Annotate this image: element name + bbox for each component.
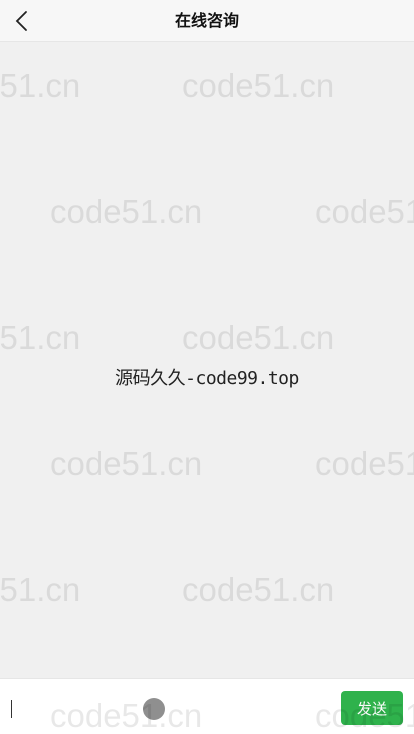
watermark: code51.cn: [182, 319, 335, 356]
message-area: code51.cn code51.cn code51.cn code51.cn …: [0, 42, 414, 678]
header-bar: 在线咨询: [0, 0, 414, 42]
watermark: code51.cn: [50, 193, 203, 230]
center-caption: 源码久久-code99.top: [115, 368, 299, 389]
watermark: code51.cn: [315, 193, 414, 230]
send-button[interactable]: 发送: [341, 691, 403, 725]
watermark: code51.cn: [182, 571, 335, 608]
text-caret: [11, 700, 12, 718]
watermark: code51.cn: [50, 445, 203, 482]
watermark: code51.cn: [182, 67, 335, 104]
watermark: code51.cn: [0, 319, 81, 356]
watermark: code51.cn: [315, 445, 414, 482]
watermark: code51.cn: [0, 571, 81, 608]
message-input[interactable]: [8, 693, 328, 723]
watermark: code51.cn: [0, 67, 81, 104]
page-title: 在线咨询: [174, 11, 239, 30]
composer-bar: 发送: [0, 678, 414, 734]
chat-page: 在线咨询 code51.cn code51.cn code51.cn code5…: [0, 0, 414, 734]
floating-handle[interactable]: [143, 698, 165, 720]
